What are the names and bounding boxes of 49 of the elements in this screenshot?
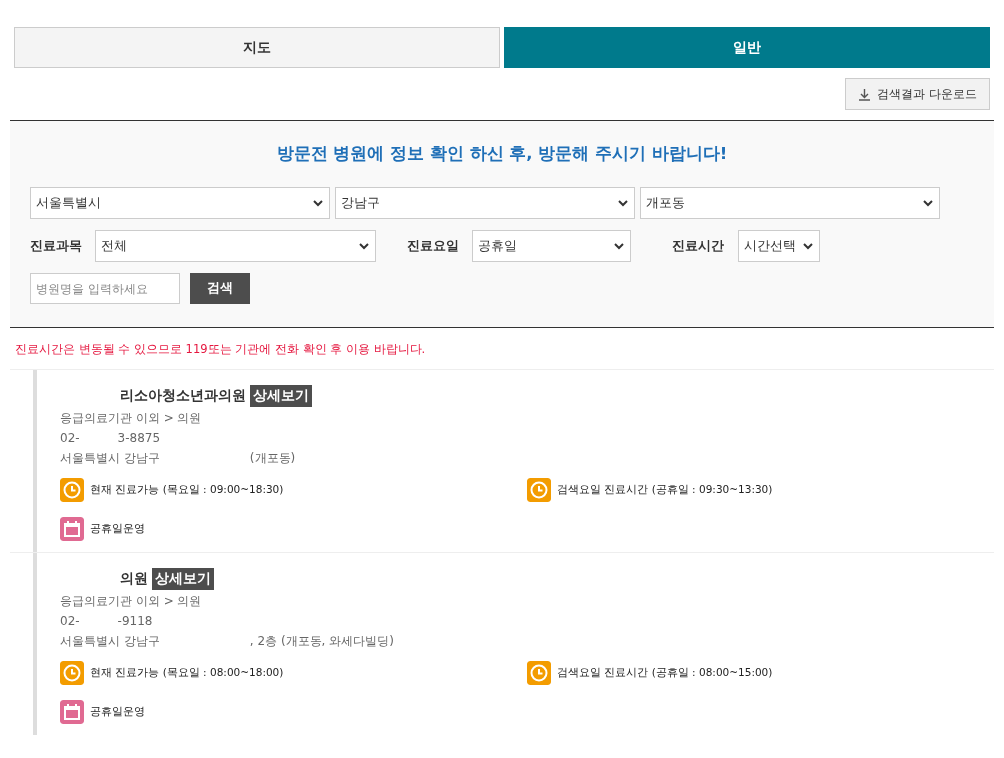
download-button[interactable]: 검색결과 다운로드 bbox=[845, 78, 990, 110]
holiday-text: 공휴일운영 bbox=[90, 705, 145, 719]
phone-text: -9118 bbox=[117, 614, 153, 628]
dropdown[interactable]: 공휴일 bbox=[472, 230, 631, 262]
hours-text: 검색요일 진료시간 (공휴일 : 09:30~13:30) bbox=[557, 483, 773, 497]
hours-text: 현재 진료가능 (목요일 : 08:00~18:00) bbox=[90, 666, 284, 680]
clinic-name: 의원 bbox=[120, 570, 148, 588]
detail-button[interactable]: 상세보기 bbox=[250, 385, 312, 407]
panel-title: 방문전 병원에 정보 확인 하신 후, 방문해 주시기 바랍니다! bbox=[275, 143, 729, 165]
address-text: , 2층 (개포동, 와세다빌딩) bbox=[249, 632, 394, 650]
holiday-text: 공휴일운영 bbox=[90, 522, 145, 536]
notice-text: 진료시간은 변동될 수 있으므로 119또는 기관에 전화 확인 후 이용 바랍니다. bbox=[14, 341, 427, 358]
hospital-name-field[interactable]: 병원명을 입력하세요 bbox=[30, 273, 180, 304]
category-text: 응급의료기관 이외 > 의원 bbox=[60, 592, 203, 610]
clock-icon bbox=[527, 661, 551, 685]
filter-label: 진료요일 bbox=[407, 237, 460, 255]
hours-text: 현재 진료가능 (목요일 : 09:00~18:30) bbox=[90, 483, 284, 497]
dropdown[interactable]: 강남구 bbox=[335, 187, 635, 219]
filter-label: 진료시간 bbox=[672, 237, 725, 255]
dropdown[interactable]: 서울특별시 bbox=[30, 187, 330, 219]
hours-text: 검색요일 진료시간 (공휴일 : 08:00~15:00) bbox=[557, 666, 773, 680]
caret-icon bbox=[803, 242, 813, 250]
caret-icon bbox=[359, 242, 369, 250]
address-text: (개포동) bbox=[249, 449, 296, 467]
calendar-icon bbox=[60, 517, 84, 541]
search-button[interactable]: 검색 bbox=[190, 273, 250, 304]
phone-text: 02- bbox=[60, 431, 80, 445]
phone-text: 02- bbox=[60, 614, 80, 628]
download-icon bbox=[858, 87, 872, 101]
tab[interactable]: 지도 bbox=[14, 27, 500, 68]
calendar-icon bbox=[60, 700, 84, 724]
dropdown[interactable]: 전체 bbox=[95, 230, 376, 262]
filter-label: 진료과목 bbox=[30, 237, 83, 255]
tab[interactable]: 일반 bbox=[504, 27, 990, 68]
caret-icon bbox=[923, 199, 933, 207]
caret-icon bbox=[618, 199, 628, 207]
caret-icon bbox=[313, 199, 323, 207]
clock-icon bbox=[60, 661, 84, 685]
category-text: 응급의료기관 이외 > 의원 bbox=[60, 409, 203, 427]
caret-icon bbox=[614, 242, 624, 250]
address-text: 서울특별시 강남구 bbox=[60, 632, 160, 650]
clock-icon bbox=[527, 478, 551, 502]
phone-text: 3-8875 bbox=[117, 431, 161, 445]
clock-icon bbox=[60, 478, 84, 502]
dropdown[interactable]: 개포동 bbox=[640, 187, 940, 219]
detail-button[interactable]: 상세보기 bbox=[152, 568, 214, 590]
address-text: 서울특별시 강남구 bbox=[60, 449, 160, 467]
clinic-name: 리소아청소년과의원 bbox=[120, 387, 246, 405]
dropdown[interactable]: 시간선택 bbox=[738, 230, 820, 262]
